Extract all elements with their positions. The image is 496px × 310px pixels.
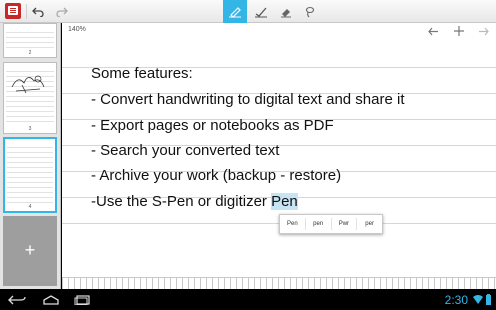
- redo-button[interactable]: [52, 0, 72, 23]
- page-thumbnails-panel: 2 3 4 +: [0, 23, 61, 289]
- text-line: -Use the S-Pen or digitizer: [91, 193, 272, 210]
- suggestion-item[interactable]: Pen: [280, 218, 306, 230]
- suggestion-item[interactable]: Pwr: [332, 218, 358, 230]
- system-navigation-bar: 2:30: [0, 289, 496, 310]
- page-toolbar: 140%: [62, 23, 496, 40]
- selected-word[interactable]: Pen: [271, 193, 298, 210]
- text-line: - Export pages or notebooks as PDF: [91, 117, 334, 134]
- highlighter-tool-button[interactable]: [250, 0, 272, 23]
- pen-tool-icon: [229, 6, 241, 18]
- home-button[interactable]: [40, 294, 62, 306]
- text-line-last: -Use the S-Pen or digitizer Pen: [91, 193, 298, 211]
- thumbnail-preview: [6, 28, 54, 49]
- page-ruler: [62, 277, 496, 289]
- action-bar: [0, 0, 496, 23]
- highlighter-tool-icon: [255, 7, 267, 17]
- page-thumbnail[interactable]: 3: [3, 62, 57, 134]
- clock: 2:30: [444, 293, 468, 307]
- home-icon: [43, 295, 59, 305]
- add-icon: +: [24, 240, 36, 260]
- text-line: - Search your converted text: [91, 142, 280, 159]
- notebook-app-icon[interactable]: [5, 3, 21, 19]
- text-line: - Convert handwriting to digital text an…: [91, 91, 405, 108]
- page-number: 4: [28, 204, 32, 210]
- page-thumbnail-selected[interactable]: 4: [3, 137, 57, 213]
- back-button[interactable]: [6, 294, 28, 306]
- lasso-select-icon: [305, 6, 315, 17]
- thumbnail-preview: [7, 143, 53, 203]
- recents-icon: [74, 295, 90, 305]
- back-icon: [8, 295, 26, 305]
- back-arrow-icon: [427, 27, 438, 35]
- wifi-icon: [473, 295, 483, 304]
- undo-button[interactable]: [28, 0, 48, 23]
- sketch-drawing-icon: [11, 75, 45, 94]
- suggestion-item[interactable]: per: [357, 218, 382, 230]
- status-icons: [473, 294, 492, 305]
- divider: [26, 4, 27, 19]
- forward-arrow-icon: [478, 27, 489, 35]
- undo-icon: [32, 7, 44, 17]
- lasso-select-button[interactable]: [299, 0, 319, 23]
- zoom-level: 140%: [68, 26, 86, 33]
- recents-button[interactable]: [72, 294, 94, 306]
- page-number: 3: [28, 126, 32, 132]
- text-line: Some features:: [91, 65, 193, 82]
- suggestion-item[interactable]: pen: [306, 218, 332, 230]
- redo-icon: [56, 7, 68, 17]
- add-page-button[interactable]: +: [3, 216, 57, 286]
- text-line: - Archive your work (backup - restore): [91, 167, 342, 184]
- battery-icon: [486, 294, 491, 305]
- previous-page-button[interactable]: [426, 24, 440, 38]
- next-page-button[interactable]: [476, 24, 490, 38]
- eraser-button[interactable]: [276, 0, 296, 23]
- add-page-button[interactable]: [452, 24, 466, 38]
- eraser-icon: [281, 8, 291, 17]
- notebook-page[interactable]: 140% Some features: - Convert handwritin…: [62, 23, 496, 289]
- page-thumbnail[interactable]: 2: [3, 23, 57, 58]
- pen-tool-button[interactable]: [223, 0, 247, 23]
- page-number: 2: [28, 50, 32, 56]
- add-icon: [454, 26, 464, 36]
- word-suggestions-popup: Pen pen Pwr per: [279, 214, 383, 234]
